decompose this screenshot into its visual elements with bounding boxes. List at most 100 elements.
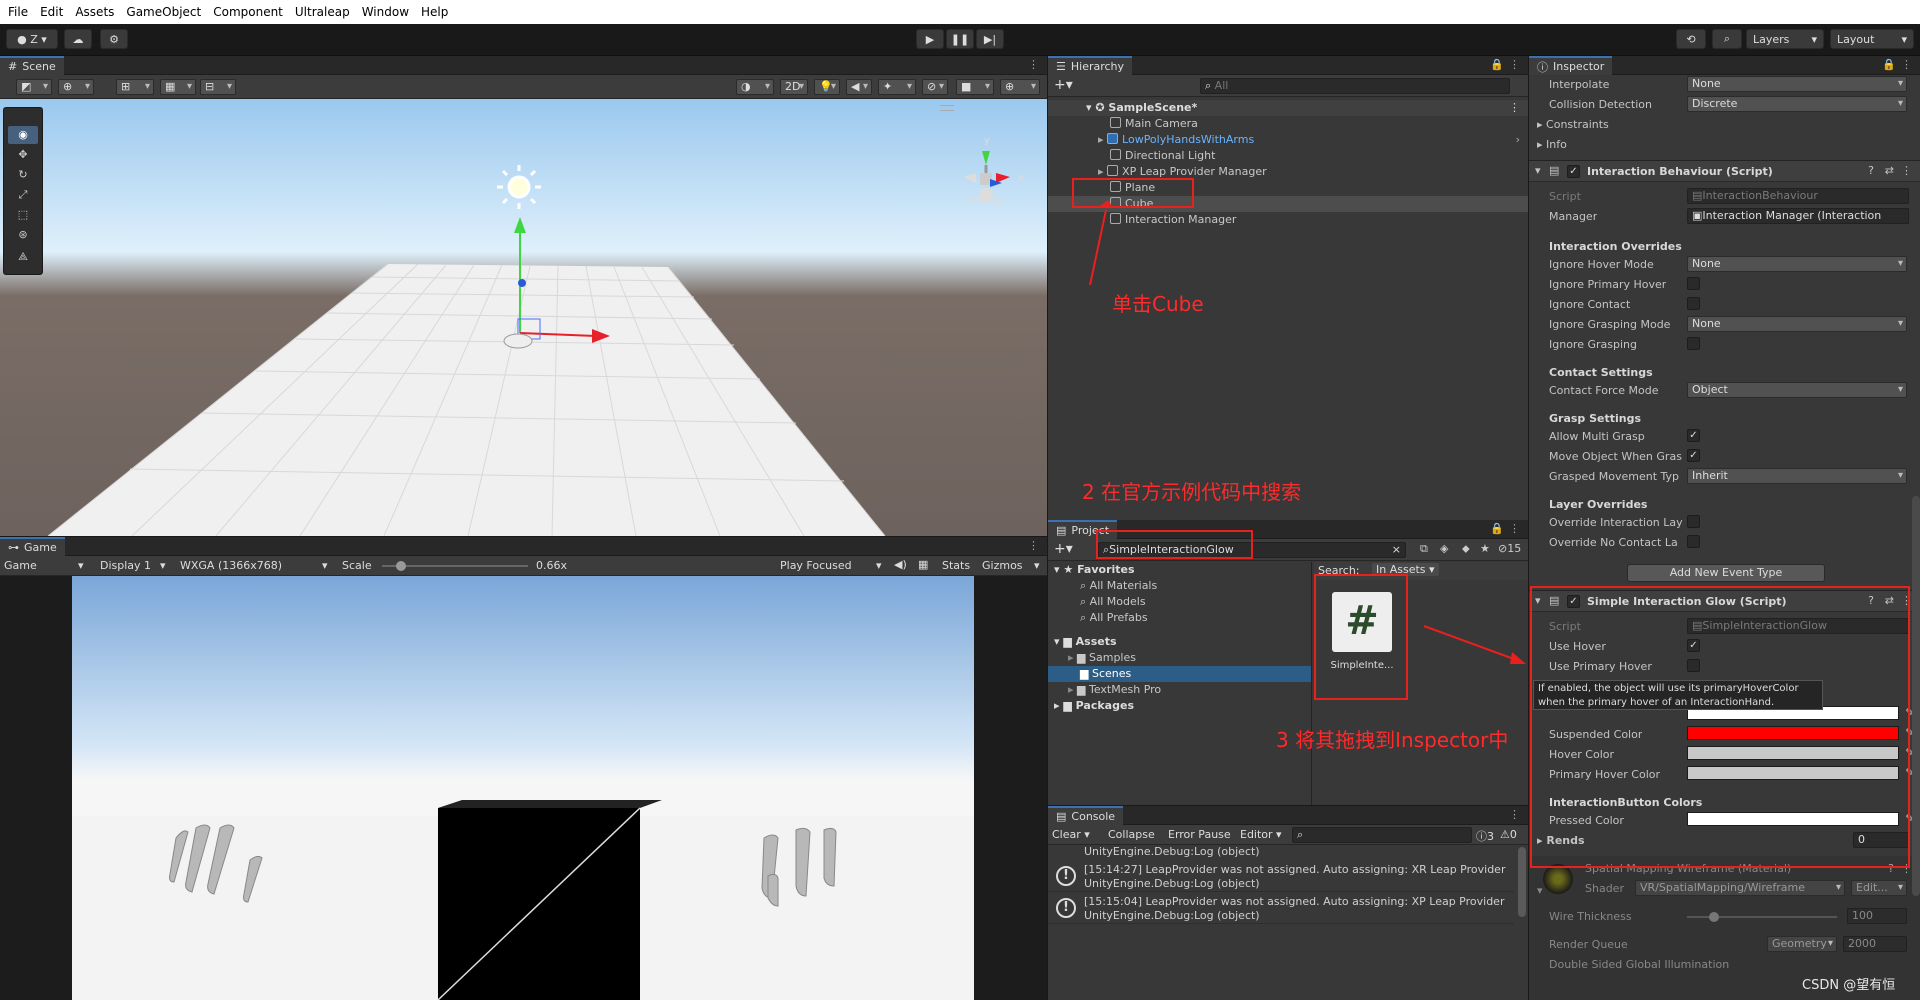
chevron-right-icon[interactable]: ›: [1516, 132, 1520, 148]
display-dropdown[interactable]: Display 1 ▾: [100, 559, 170, 572]
warn-count-toggle[interactable]: ⚠0: [1500, 828, 1517, 841]
menu-assets[interactable]: Assets: [75, 5, 114, 19]
list-item[interactable]: ▸ ▆ TextMesh Pro: [1048, 682, 1311, 698]
search-by-type-icon[interactable]: ⧉: [1420, 542, 1428, 556]
grid-dropdown[interactable]: ▦: [160, 79, 196, 95]
audio-button[interactable]: ◀: [846, 79, 872, 95]
menu-file[interactable]: File: [8, 5, 28, 19]
scale-tool-button[interactable]: ⤢: [8, 186, 38, 204]
collapse-button[interactable]: Collapse: [1108, 828, 1155, 841]
manager-field[interactable]: ▣Interaction Manager (Interaction: [1687, 208, 1909, 224]
overlay-handle[interactable]: [940, 105, 954, 111]
clear-button[interactable]: Clear ▾: [1052, 828, 1090, 841]
mute-icon[interactable]: ◀): [894, 558, 907, 571]
more-icon[interactable]: ⋮: [1901, 164, 1912, 177]
console-search-input[interactable]: ⌕: [1292, 827, 1472, 843]
more-icon[interactable]: ⋮: [1509, 808, 1520, 821]
transform-gizmo[interactable]: y x: [0, 99, 1047, 536]
toggle-2d-button[interactable]: 2D: [780, 79, 808, 95]
material-foldout[interactable]: ▾: [1537, 884, 1543, 897]
render-mode-dropdown[interactable]: ⊕: [58, 79, 94, 95]
list-item[interactable]: Interaction Manager: [1048, 212, 1528, 228]
gizmos-dropdown[interactable]: Gizmos ▾: [982, 559, 1044, 572]
assets-section[interactable]: ▾ ▆ Assets: [1048, 634, 1311, 650]
shader-edit-button[interactable]: Edit...: [1851, 880, 1907, 896]
add-event-button[interactable]: Add New Event Type: [1627, 564, 1825, 582]
list-item[interactable]: ⌕ All Materials: [1048, 578, 1311, 594]
gizmos-dropdown[interactable]: ⊕: [1000, 79, 1040, 95]
wire-thickness-slider[interactable]: [1687, 912, 1837, 922]
scene-viewport[interactable]: y x <Persp ◉ ✥ ↻ ⤢ ⬚ ⊛ ⟁: [0, 99, 1047, 536]
stats-button[interactable]: Stats: [942, 559, 970, 572]
close-icon[interactable]: ×: [1392, 543, 1401, 557]
resolution-dropdown[interactable]: WXGA (1366x768) ▾: [180, 559, 332, 572]
log-entry[interactable]: ! [15:14:27] LeapProvider was not assign…: [1048, 861, 1514, 892]
ignore-grasp-mode-dropdown[interactable]: None: [1687, 316, 1907, 332]
lighting-button[interactable]: 💡: [814, 79, 840, 95]
override-nocontact-checkbox[interactable]: [1687, 535, 1700, 548]
more-icon[interactable]: ⋮: [1509, 100, 1520, 116]
menu-component[interactable]: Component: [213, 5, 283, 19]
star-icon[interactable]: ★: [1480, 542, 1490, 555]
hierarchy-search-input[interactable]: ⌕ All: [1200, 78, 1510, 94]
move-object-checkbox[interactable]: ✓: [1687, 449, 1700, 462]
render-queue-field[interactable]: 2000: [1843, 936, 1907, 952]
filter-type-icon[interactable]: ◈: [1440, 542, 1448, 555]
rotate-tool-button[interactable]: ↻: [8, 166, 38, 184]
scale-slider[interactable]: [382, 561, 528, 571]
rect-tool-button[interactable]: ⬚: [8, 206, 38, 224]
wire-thickness-field[interactable]: 100: [1847, 908, 1907, 924]
add-object-button[interactable]: +▾: [1054, 77, 1073, 93]
history-button[interactable]: ⟲: [1676, 29, 1706, 49]
list-item[interactable]: ⌕ All Models: [1048, 594, 1311, 610]
packages-section[interactable]: ▸ ▆ Packages: [1048, 698, 1311, 714]
increment-dropdown[interactable]: ⊟: [200, 79, 236, 95]
menu-help[interactable]: Help: [421, 5, 448, 19]
console-scrollbar[interactable]: [1518, 847, 1526, 917]
menu-window[interactable]: Window: [362, 5, 409, 19]
pause-button[interactable]: ❚❚: [946, 29, 974, 49]
favorites-section[interactable]: ▾ ★ Favorites: [1048, 562, 1311, 578]
layout-dropdown[interactable]: Layout ▾: [1830, 29, 1914, 49]
game-viewport[interactable]: [0, 576, 1047, 1000]
lock-icon[interactable]: 🔒: [1490, 58, 1504, 71]
allow-multi-checkbox[interactable]: ✓: [1687, 429, 1700, 442]
more-icon[interactable]: ⋮: [1509, 522, 1520, 535]
list-item[interactable]: ▸ LowPolyHandsWithArms ›: [1048, 132, 1528, 148]
custom-tool-button[interactable]: ⟁: [8, 248, 38, 266]
editor-dropdown[interactable]: Editor ▾: [1240, 828, 1282, 841]
tab-game[interactable]: ⊶ Game: [0, 537, 65, 556]
shading-dropdown[interactable]: ◑: [736, 79, 774, 95]
slider-thumb[interactable]: [396, 561, 406, 571]
constraints-foldout[interactable]: ▸ Constraints: [1537, 118, 1609, 131]
label-icon[interactable]: ⬥: [1462, 542, 1470, 556]
move-tool-button[interactable]: ✥: [8, 146, 38, 164]
ignore-grasping-checkbox[interactable]: [1687, 337, 1700, 350]
log-count-toggle[interactable]: ⓘ3: [1476, 828, 1494, 844]
list-item[interactable]: Directional Light: [1048, 148, 1528, 164]
snap-dropdown[interactable]: ⊞: [116, 79, 154, 95]
more-icon[interactable]: ⋮: [1901, 58, 1912, 71]
cloud-button[interactable]: ☁: [64, 29, 92, 49]
interpolate-dropdown[interactable]: None: [1687, 76, 1907, 92]
scene-root[interactable]: ▾ ✪ SampleScene* ⋮: [1048, 100, 1528, 116]
play-button[interactable]: ▶: [916, 29, 944, 49]
lock-icon[interactable]: 🔒: [1490, 522, 1504, 535]
step-button[interactable]: ▶|: [976, 29, 1004, 49]
ignore-contact-checkbox[interactable]: [1687, 297, 1700, 310]
lock-icon[interactable]: 🔒: [1882, 58, 1896, 71]
preset-icon[interactable]: ⇄: [1885, 164, 1894, 177]
ignore-primary-checkbox[interactable]: [1687, 277, 1700, 290]
transform-tool-button[interactable]: ⊛: [8, 226, 38, 244]
shader-dropdown[interactable]: VR/SpatialMapping/Wireframe: [1635, 880, 1845, 896]
info-foldout[interactable]: ▸ Info: [1537, 138, 1567, 151]
keyboard-icon[interactable]: ▦: [918, 558, 928, 571]
layers-dropdown[interactable]: Layers ▾: [1746, 29, 1824, 49]
more-icon[interactable]: ⋮: [1509, 58, 1520, 71]
collision-dropdown[interactable]: Discrete: [1687, 96, 1907, 112]
error-pause-button[interactable]: Error Pause: [1168, 828, 1231, 841]
create-asset-button[interactable]: +▾: [1054, 541, 1073, 557]
search-button[interactable]: ⌕: [1712, 29, 1742, 49]
list-item[interactable]: ⌕ All Prefabs: [1048, 610, 1311, 626]
grasped-movement-dropdown[interactable]: Inherit: [1687, 468, 1907, 484]
